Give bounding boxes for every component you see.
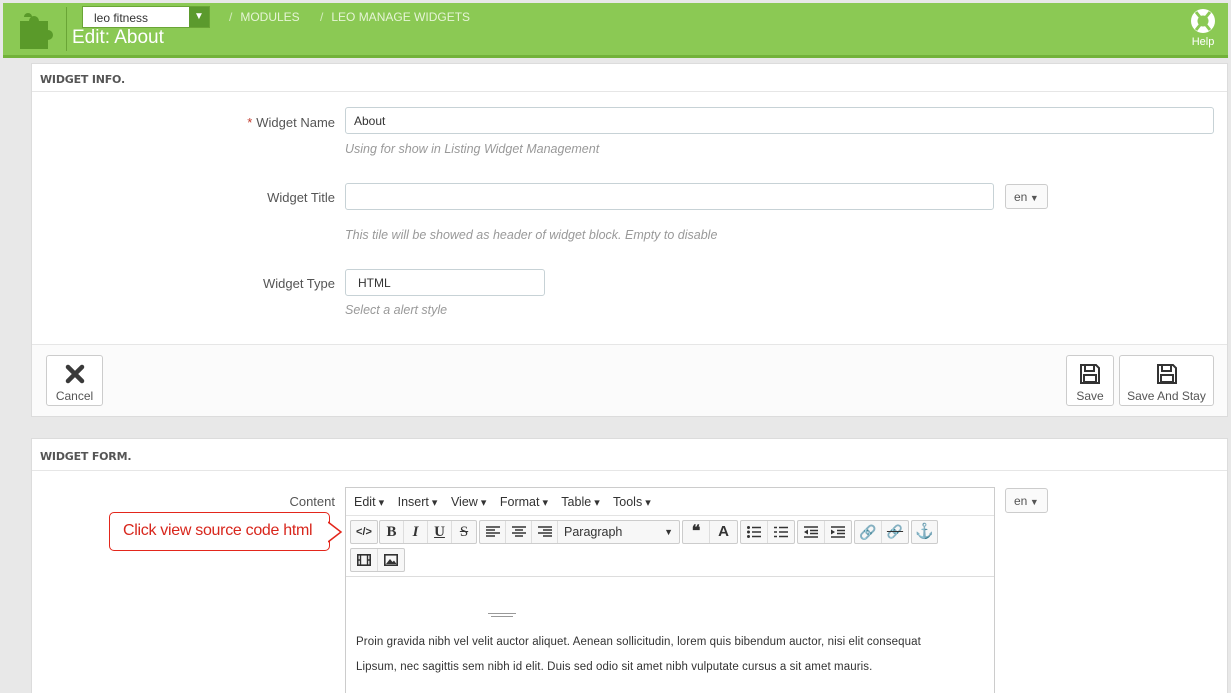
anchor-button[interactable]: ⚓ (911, 520, 938, 544)
align-right-icon[interactable] (532, 521, 558, 543)
quote-color-group: ❝ A (682, 520, 738, 544)
page-title: Edit: About (72, 27, 164, 48)
breadcrumb-modules[interactable]: / MODULES (229, 10, 300, 24)
image-placeholder-lines (488, 613, 516, 617)
menu-tools[interactable]: Tools (613, 495, 651, 509)
bullet-list-icon[interactable] (741, 521, 768, 543)
block-format-dropdown[interactable]: Paragraph ▼ (558, 521, 679, 543)
shop-selector[interactable]: leo fitness ▼ (82, 6, 210, 28)
italic-icon[interactable]: I (404, 521, 428, 543)
widget-type-select[interactable]: HTML (345, 269, 545, 296)
menu-format[interactable]: Format (500, 495, 548, 509)
caret-down-icon: ▼ (1027, 193, 1039, 203)
link-icon[interactable]: 🔗 (855, 521, 882, 543)
floppy-disk-icon (1080, 364, 1100, 384)
content-paragraph: Lipsum, nec sagittis sem nibh id elit. D… (356, 661, 873, 673)
menu-table[interactable]: Table (561, 495, 599, 509)
numbered-list-icon[interactable] (768, 521, 794, 543)
shop-selector-value: leo fitness (94, 11, 149, 25)
align-center-icon[interactable] (506, 521, 532, 543)
annotation-callout: Click view source code html (109, 512, 330, 551)
widget-type-hint: Select a alert style (345, 303, 448, 317)
widget-title-label: Widget Title (267, 190, 335, 205)
anchor-icon: ⚓ (915, 523, 934, 540)
media-group (350, 548, 405, 572)
editor-content-area[interactable]: Proin gravida nibh vel velit auctor aliq… (346, 576, 994, 673)
title-language-dropdown[interactable]: en ▼ (1005, 184, 1048, 209)
menu-insert[interactable]: Insert (398, 495, 438, 509)
cancel-button[interactable]: Cancel (46, 355, 103, 406)
content-language-dropdown[interactable]: en ▼ (1005, 488, 1048, 513)
menu-edit[interactable]: Edit (354, 495, 384, 509)
outdent-icon[interactable] (798, 521, 825, 543)
underline-icon[interactable]: U (428, 521, 452, 543)
indent-group (797, 520, 852, 544)
blockquote-icon[interactable]: ❝ (683, 521, 710, 543)
top-header: leo fitness ▼ / MODULES / LEO MANAGE WIDGE… (3, 3, 1228, 58)
close-icon (65, 364, 84, 384)
save-and-stay-button[interactable]: Save And Stay (1119, 355, 1214, 406)
floppy-disk-icon (1156, 364, 1177, 384)
menu-view[interactable]: View (451, 495, 486, 509)
header-divider (66, 7, 67, 51)
widget-info-footer: Cancel Save Save And Stay (32, 344, 1227, 416)
rich-text-editor: Edit Insert View Format Table Tools </> … (345, 487, 995, 693)
lifebuoy-icon (1191, 9, 1215, 33)
code-icon: </> (356, 526, 372, 538)
widget-form-heading: WIDGET FORM. (32, 439, 1227, 471)
align-format-group: Paragraph ▼ (479, 520, 680, 544)
widget-type-label: Widget Type (262, 276, 335, 291)
unlink-icon[interactable]: 🔗 (882, 521, 908, 543)
widget-info-heading: WIDGET INFO. (32, 64, 1227, 92)
breadcrumb-leo-manage-widgets[interactable]: / LEO MANAGE WIDGETS (320, 10, 470, 24)
text-color-icon[interactable]: A (710, 521, 737, 543)
widget-name-input[interactable]: About (345, 107, 1214, 134)
widget-title-input[interactable] (345, 183, 994, 210)
editor-menubar: Edit Insert View Format Table Tools (346, 488, 994, 516)
strikethrough-icon[interactable]: S (452, 521, 476, 543)
caret-down-icon: ▼ (664, 527, 673, 537)
content-label: Content (289, 494, 335, 509)
link-group: 🔗 🔗 (854, 520, 909, 544)
caret-down-icon: ▼ (189, 7, 209, 27)
list-group (740, 520, 795, 544)
content-paragraph: Proin gravida nibh vel velit auctor aliq… (356, 636, 921, 648)
widget-name-hint: Using for show in Listing Widget Managem… (345, 142, 600, 156)
puzzle-logo-icon (20, 13, 53, 49)
text-style-group: B I U S (379, 520, 477, 544)
image-icon[interactable] (378, 549, 404, 571)
bold-icon[interactable]: B (380, 521, 404, 543)
film-icon[interactable] (351, 549, 378, 571)
callout-pointer (328, 521, 343, 543)
widget-title-hint: This tile will be showed as header of wi… (345, 228, 718, 242)
help-button[interactable]: Help (1188, 7, 1218, 48)
help-label: Help (1191, 36, 1215, 48)
save-button[interactable]: Save (1066, 355, 1114, 406)
source-code-button[interactable]: </> (350, 520, 378, 544)
widget-form-panel: WIDGET FORM. Content Edit Insert View Fo… (31, 438, 1228, 693)
align-left-icon[interactable] (480, 521, 506, 543)
indent-icon[interactable] (825, 521, 851, 543)
widget-info-panel: WIDGET INFO. * Widget Name About Using fo… (31, 63, 1228, 417)
widget-name-label: * Widget Name (247, 115, 335, 130)
caret-down-icon: ▼ (1027, 497, 1039, 507)
